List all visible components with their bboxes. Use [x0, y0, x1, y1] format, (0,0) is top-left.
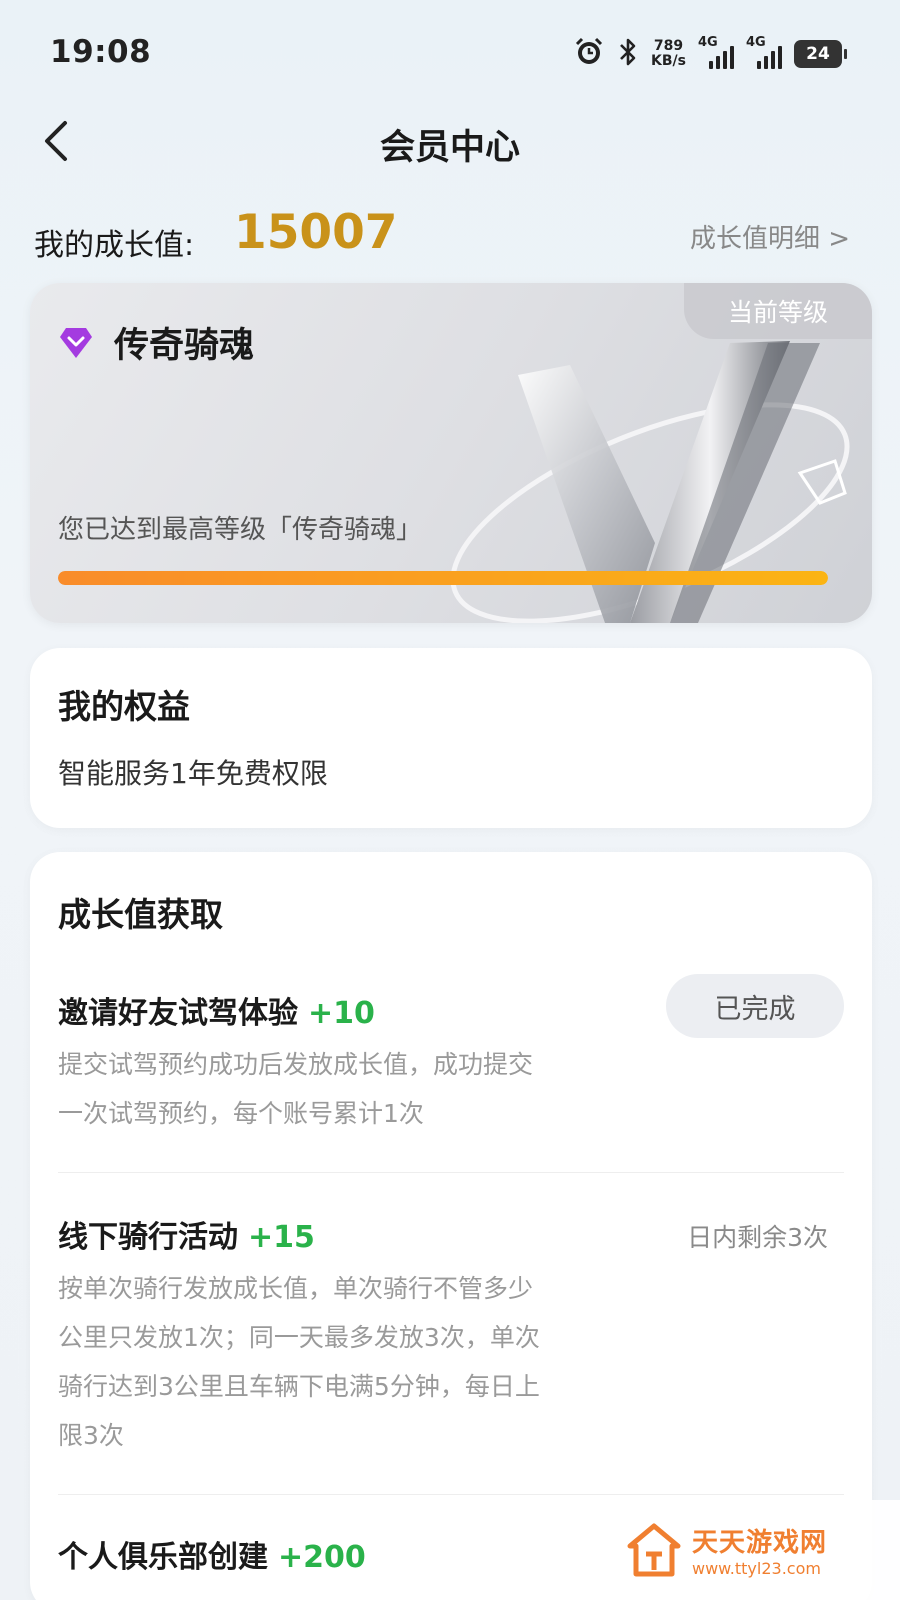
growth-label: 我的成长值: [34, 228, 195, 263]
remaining-count: 日内剩余3次 [687, 1223, 828, 1252]
current-level-badge: 当前等级 [684, 283, 872, 339]
task-points: +10 [308, 996, 375, 1031]
task-desc-line: 提交试驾预约成功后发放成长值，成功提交 [58, 1050, 534, 1079]
status-icons: 789 KB/s 4G 4G 24 [573, 34, 847, 74]
signal-1-icon: 4G [698, 35, 734, 69]
sim2-label: 4G [746, 35, 766, 50]
task-desc-line: 一次试驾预约，每个账号累计1次 [58, 1099, 424, 1128]
task-name: 线下骑行活动 [58, 1220, 238, 1255]
task-offline-riding: 线下骑行活动 +15 日内剩余3次 按单次骑行发放成长值，单次骑行不管多少 公里只… [58, 1212, 844, 1472]
level-name: 传奇骑魂 [114, 326, 255, 366]
level-name-row: 传奇骑魂 [58, 317, 254, 368]
benefits-card: 我的权益 智能服务1年免费权限 [30, 648, 872, 828]
task-title: 线下骑行活动 +15 [58, 1212, 315, 1256]
speed-value: 789 [653, 38, 684, 54]
task-description: 按单次骑行发放成长值，单次骑行不管多少 公里只发放1次；同一天最多发放3次，单次… [58, 1264, 618, 1460]
task-points: +15 [248, 1220, 315, 1255]
level-progress-bar [58, 571, 828, 585]
level-card: 当前等级 传奇骑魂 您已达到最高等级「传奇骑魂」 [30, 283, 872, 623]
divider [58, 1494, 844, 1495]
benefit-item: 智能服务1年免费权限 [58, 757, 328, 790]
task-title: 邀请好友试驾体验 +10 [58, 988, 375, 1032]
status-time: 19:08 [50, 34, 152, 70]
diamond-icon [60, 327, 92, 358]
growth-summary: 我的成长值: 15007 成长值明细 > [34, 200, 850, 270]
level-progress-fill [58, 571, 828, 585]
task-invite-test-drive: 邀请好友试驾体验 +10 已完成 提交试驾预约成功后发放成长值，成功提交 一次试驾… [58, 974, 844, 1168]
divider [58, 1172, 844, 1173]
growth-detail-link[interactable]: 成长值明细 > [690, 218, 850, 255]
task-desc-line: 限3次 [58, 1421, 124, 1450]
speed-unit: KB/s [651, 53, 686, 69]
battery-icon: 24 [794, 40, 847, 68]
network-speed: 789 KB/s [651, 39, 686, 69]
page-title: 会员中心 [379, 128, 520, 168]
watermark-url: www.ttyl23.com [692, 1559, 821, 1578]
watermark-logo [627, 1523, 681, 1577]
task-desc-line: 公里只发放1次；同一天最多发放3次，单次 [58, 1323, 540, 1352]
task-points: +200 [278, 1540, 366, 1575]
level-description: 您已达到最高等级「传奇骑魂」 [58, 515, 423, 545]
sim1-label: 4G [698, 35, 718, 50]
alarm-icon [573, 36, 605, 72]
earn-growth-card: 成长值获取 邀请好友试驾体验 +10 已完成 提交试驾预约成功后发放成长值，成功提… [30, 852, 872, 1600]
watermark: 天天游戏网 www.ttyl23.com [610, 1500, 900, 1600]
watermark-text: 天天游戏网 www.ttyl23.com [692, 1522, 827, 1578]
benefits-title: 我的权益 [58, 687, 190, 726]
earn-title: 成长值获取 [58, 895, 223, 934]
completed-button[interactable]: 已完成 [666, 974, 844, 1038]
task-title: 个人俱乐部创建 +200 [58, 1532, 366, 1576]
task-desc-line: 骑行达到3公里且车辆下电满5分钟，每日上 [58, 1372, 540, 1401]
task-desc-line: 按单次骑行发放成长值，单次骑行不管多少 [58, 1274, 534, 1303]
growth-value: 15007 [234, 205, 398, 260]
task-name: 邀请好友试驾体验 [58, 996, 298, 1031]
bluetooth-icon [617, 37, 639, 71]
task-description: 提交试驾预约成功后发放成长值，成功提交 一次试驾预约，每个账号累计1次 [58, 1040, 618, 1138]
status-bar: 19:08 789 KB/s 4G 4G 24 [0, 0, 900, 100]
signal-2-icon: 4G [746, 35, 782, 69]
watermark-name: 天天游戏网 [692, 1528, 828, 1558]
task-name: 个人俱乐部创建 [58, 1540, 268, 1575]
nav-bar: 会员中心 [0, 105, 900, 177]
